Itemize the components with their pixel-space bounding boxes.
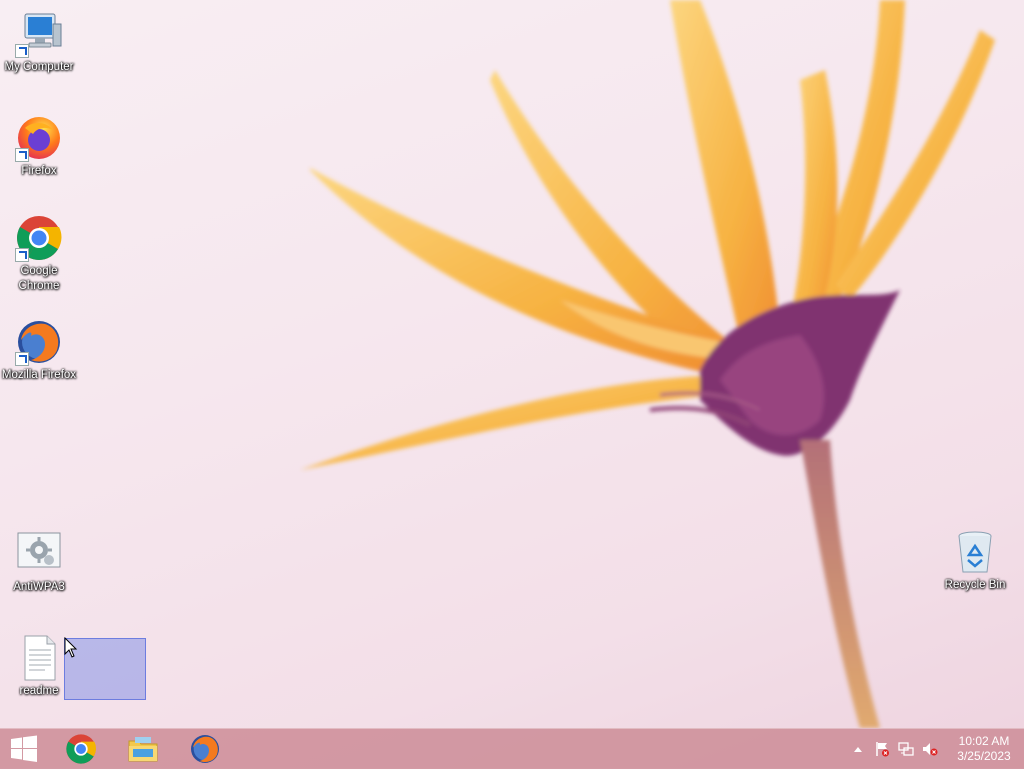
start-button[interactable] <box>0 729 48 769</box>
firefox-desktop-icon[interactable]: Firefox <box>0 114 78 179</box>
recycle-bin-icon <box>951 528 999 576</box>
taskbar-chrome-button[interactable] <box>52 729 110 769</box>
recycle-bin-desktop-icon[interactable]: Recycle Bin <box>936 528 1014 593</box>
volume-muted-icon <box>923 743 938 756</box>
wallpaper-flower <box>300 0 995 728</box>
settings-gear-file-icon <box>15 530 63 578</box>
icon-label: My Computer <box>4 61 74 73</box>
chevron-up-icon <box>854 747 862 752</box>
shortcut-arrow-icon <box>15 44 29 58</box>
my-computer-desktop-icon[interactable]: My Computer <box>0 10 78 75</box>
icon-label: AntiWPA3 <box>13 581 65 593</box>
windows-logo-icon <box>11 735 37 762</box>
clock-time: 10:02 AM <box>958 734 1010 748</box>
system-tray: 10:02 AM 3/25/2023 <box>846 729 1024 769</box>
google-chrome-desktop-icon[interactable]: Google Chrome <box>0 214 78 294</box>
mozilla-firefox-desktop-icon[interactable]: Mozilla Firefox <box>0 318 78 383</box>
clock[interactable]: 10:02 AM 3/25/2023 <box>948 734 1020 764</box>
shortcut-arrow-icon <box>15 148 29 162</box>
computer-icon <box>15 10 63 58</box>
taskbar-firefox-button[interactable] <box>176 729 234 769</box>
icon-label: Mozilla Firefox <box>1 369 77 381</box>
network-status-button[interactable] <box>897 740 915 758</box>
shortcut-arrow-icon <box>15 352 29 366</box>
clock-date: 3/25/2023 <box>957 749 1011 763</box>
firefox-legacy-icon <box>191 735 219 763</box>
firefox-icon <box>15 114 63 162</box>
network-icon <box>898 742 914 756</box>
action-center-flag-button[interactable] <box>873 740 891 758</box>
antiwpa3-desktop-icon[interactable]: AntiWPA3 <box>0 530 78 595</box>
taskbar-file-explorer-button[interactable] <box>114 729 172 769</box>
volume-button[interactable] <box>921 740 939 758</box>
chrome-icon <box>15 214 63 262</box>
shortcut-arrow-icon <box>15 248 29 262</box>
show-hidden-icons-button[interactable] <box>849 740 867 758</box>
icon-label: Google Chrome <box>18 265 60 292</box>
desktop[interactable]: My Computer Firefox Google Chrome Mozill… <box>0 0 1024 728</box>
flag-warning-icon <box>876 742 889 757</box>
folder-icon <box>128 737 158 762</box>
icon-label: Recycle Bin <box>944 579 1006 591</box>
chrome-icon <box>66 734 96 764</box>
firefox-legacy-icon <box>15 318 63 366</box>
text-file-icon <box>15 634 63 682</box>
taskbar: 10:02 AM 3/25/2023 <box>0 728 1024 769</box>
icon-label: Firefox <box>21 165 57 177</box>
mouse-cursor-icon <box>64 637 78 658</box>
